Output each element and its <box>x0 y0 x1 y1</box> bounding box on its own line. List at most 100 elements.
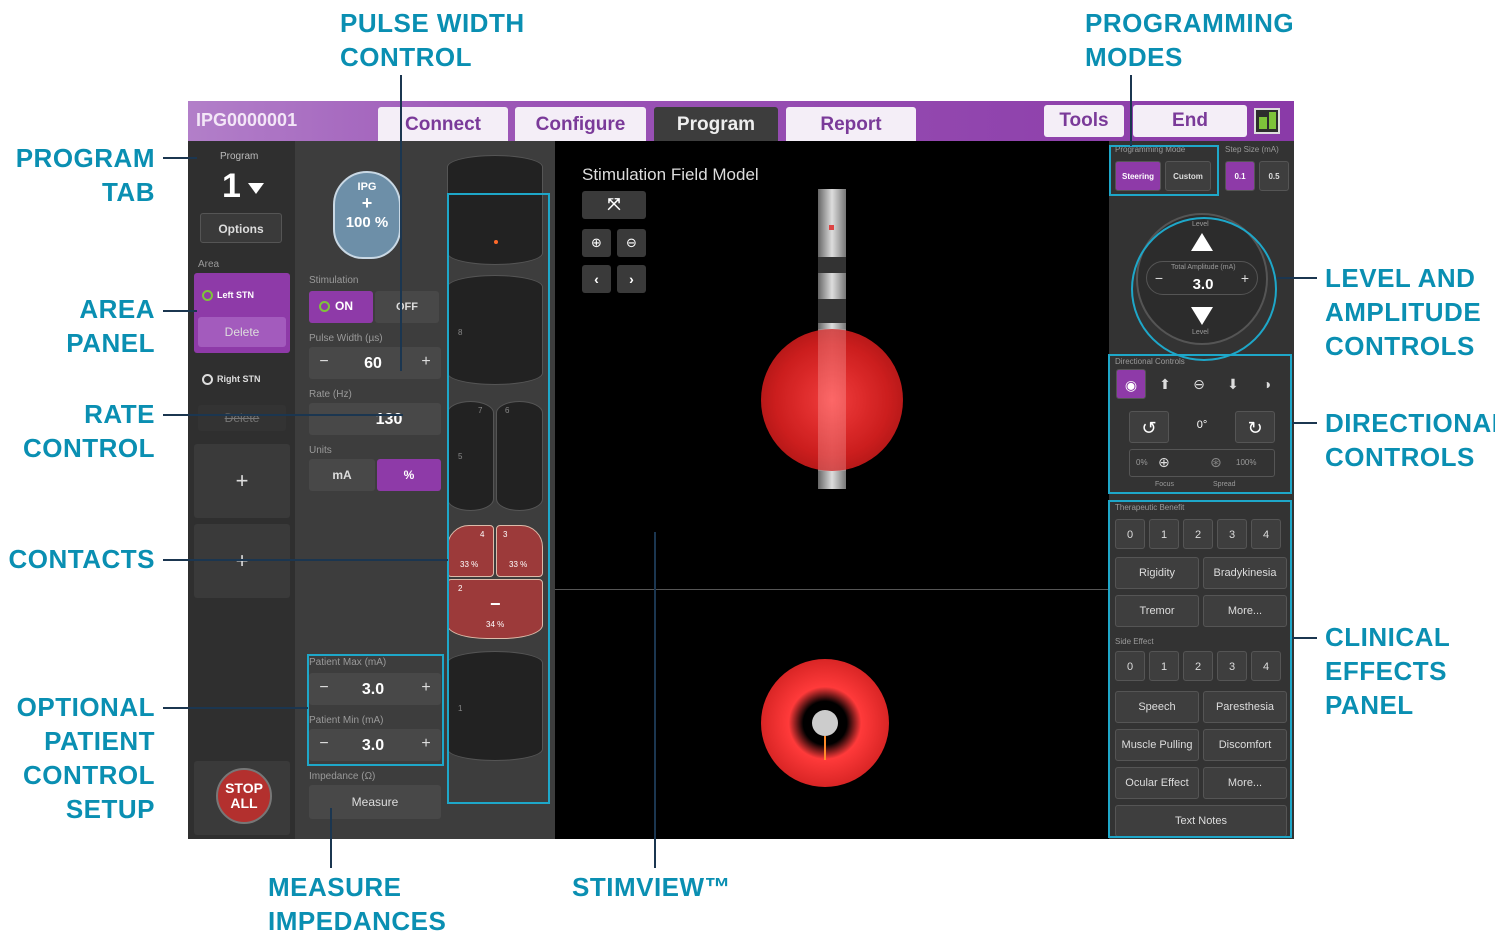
callout-line: PROGRAM <box>15 143 155 173</box>
area-delete-button[interactable]: Delete <box>198 405 286 431</box>
highlight-patient-control <box>307 654 444 766</box>
callout-line: LEVEL AND <box>1325 263 1476 293</box>
callout-line: RATE <box>84 399 155 429</box>
tab-connect[interactable]: Connect <box>378 107 508 141</box>
highlight-clinical <box>1108 500 1292 838</box>
area-left-stn[interactable]: Left STN Delete <box>194 273 290 353</box>
tools-button[interactable]: Tools <box>1044 105 1124 137</box>
callout-line: CONTROLS <box>1325 331 1475 361</box>
unit-ma-button[interactable]: mA <box>309 459 375 491</box>
callout-measure: MEASURE IMPEDANCES <box>268 870 446 938</box>
stimulation-field-side <box>761 329 903 471</box>
stim-off-button[interactable]: OFF <box>375 291 439 323</box>
callout-line: PANEL <box>66 328 155 358</box>
unit-percent-button[interactable]: % <box>377 459 441 491</box>
callout-line: AREA <box>79 294 155 324</box>
impedance-label: Impedance (Ω) <box>309 771 376 782</box>
callout-line: PULSE WIDTH <box>340 8 525 38</box>
area-label: Right STN <box>217 374 261 384</box>
zoom-in-icon[interactable]: ⊕ <box>582 229 611 257</box>
callout-line: PROGRAMMING <box>1085 8 1295 38</box>
callout-optional-patient: OPTIONAL PATIENT CONTROL SETUP <box>0 690 155 826</box>
ipg-indicator[interactable]: IPG + 100 % <box>333 171 401 259</box>
leader-line <box>1130 75 1132 146</box>
callout-line: PANEL <box>1325 690 1414 720</box>
pulse-width-label: Pulse Width (µs) <box>309 333 383 344</box>
tab-configure[interactable]: Configure <box>515 107 646 141</box>
area-header: Area <box>198 259 220 270</box>
callout-level-amplitude: LEVEL AND AMPLITUDE CONTROLS <box>1325 261 1481 363</box>
stimview-panel: Stimulation Field Model ⤧ ⊕ ⊖ ‹ › <box>555 141 1109 839</box>
end-session-button[interactable]: End Session <box>1133 105 1247 163</box>
leader-line <box>1292 422 1317 424</box>
program-header: Program <box>220 151 259 162</box>
program-selector[interactable]: Program 1 Options <box>196 147 288 247</box>
callout-line: EFFECTS <box>1325 656 1447 686</box>
stop-label: STOP <box>225 780 263 796</box>
radio-selected-icon <box>202 290 213 301</box>
callout-line: SETUP <box>65 794 155 824</box>
callout-line: CONTROL <box>22 760 155 790</box>
chevron-down-icon[interactable] <box>248 183 264 194</box>
step-0-5-button[interactable]: 0.5 <box>1259 161 1289 191</box>
callout-line: DIRECTIONAL <box>1325 408 1495 438</box>
callout-line: IMPEDANCES <box>268 906 447 936</box>
on-indicator-icon <box>319 301 330 312</box>
program-number: 1 <box>222 167 241 205</box>
callout-line: OPTIONAL <box>16 692 155 722</box>
callout-pulse-width: PULSE WIDTH CONTROL <box>340 6 525 74</box>
callout-clinical: CLINICAL EFFECTS PANEL <box>1325 620 1450 722</box>
add-area-button[interactable]: + <box>194 524 290 598</box>
callout-line: MODES <box>1085 42 1183 72</box>
stim-on-button[interactable]: ON <box>309 291 373 323</box>
measure-impedance-button[interactable]: Measure <box>309 785 441 819</box>
area-delete-button[interactable]: Delete <box>198 317 286 347</box>
pulse-width-increment[interactable]: + <box>411 353 441 371</box>
highlight-contacts <box>447 193 550 804</box>
leader-line <box>163 559 448 561</box>
callout-line: CLINICAL <box>1325 622 1451 652</box>
leader-line <box>330 808 332 868</box>
highlight-programming-modes <box>1109 145 1219 196</box>
callout-line: CONTROL <box>340 42 473 72</box>
pulse-width-decrement[interactable]: − <box>309 353 339 371</box>
tab-report[interactable]: Report <box>786 107 916 141</box>
callout-line: CONTROL <box>22 433 155 463</box>
leader-line <box>163 157 197 159</box>
ipg-label: IPG <box>357 181 377 193</box>
leader-line <box>163 707 308 709</box>
callout-program-tab: PROGRAM TAB <box>0 141 155 209</box>
leader-line <box>1292 637 1317 639</box>
fit-icon[interactable]: ⤧ <box>582 191 646 219</box>
radio-unselected-icon <box>202 374 213 385</box>
callout-rate-control: RATE CONTROL <box>0 397 155 465</box>
on-label: ON <box>335 299 353 313</box>
stop-all-button[interactable]: STOP ALL <box>194 761 290 835</box>
callout-line: CONTACTS <box>8 544 155 574</box>
add-area-button[interactable]: + <box>194 444 290 518</box>
units-label: Units <box>309 445 332 456</box>
chevron-left-icon[interactable]: ‹ <box>582 265 611 293</box>
step-0-1-button[interactable]: 0.1 <box>1225 161 1255 191</box>
stop-sign-icon: STOP ALL <box>216 768 272 824</box>
pulse-width-value: 60 <box>364 355 382 372</box>
area-right-stn[interactable]: Right STN Delete <box>194 361 290 441</box>
options-button[interactable]: Options <box>200 213 282 243</box>
leader-line <box>163 310 197 312</box>
callout-directional: DIRECTIONAL CONTROLS <box>1325 406 1495 474</box>
left-column: Program 1 Options Area Left STN Delete R… <box>188 141 295 839</box>
area-label: Left STN <box>217 290 254 300</box>
stimulation-field-axial <box>761 659 889 787</box>
stop-label: ALL <box>230 795 258 811</box>
tab-program[interactable]: Program <box>654 107 778 141</box>
highlight-amplitude <box>1131 217 1277 361</box>
stimulation-label: Stimulation <box>309 275 359 286</box>
leader-line <box>400 75 402 371</box>
chevron-right-icon[interactable]: › <box>617 265 646 293</box>
callout-stimview: STIMVIEW™ <box>572 870 731 904</box>
rate-control[interactable]: 130 <box>309 403 441 435</box>
callout-programming-modes: PROGRAMMING MODES <box>1085 6 1294 74</box>
callout-line: CONTROLS <box>1325 442 1475 472</box>
callout-line: MEASURE <box>268 872 402 902</box>
zoom-out-icon[interactable]: ⊖ <box>617 229 646 257</box>
